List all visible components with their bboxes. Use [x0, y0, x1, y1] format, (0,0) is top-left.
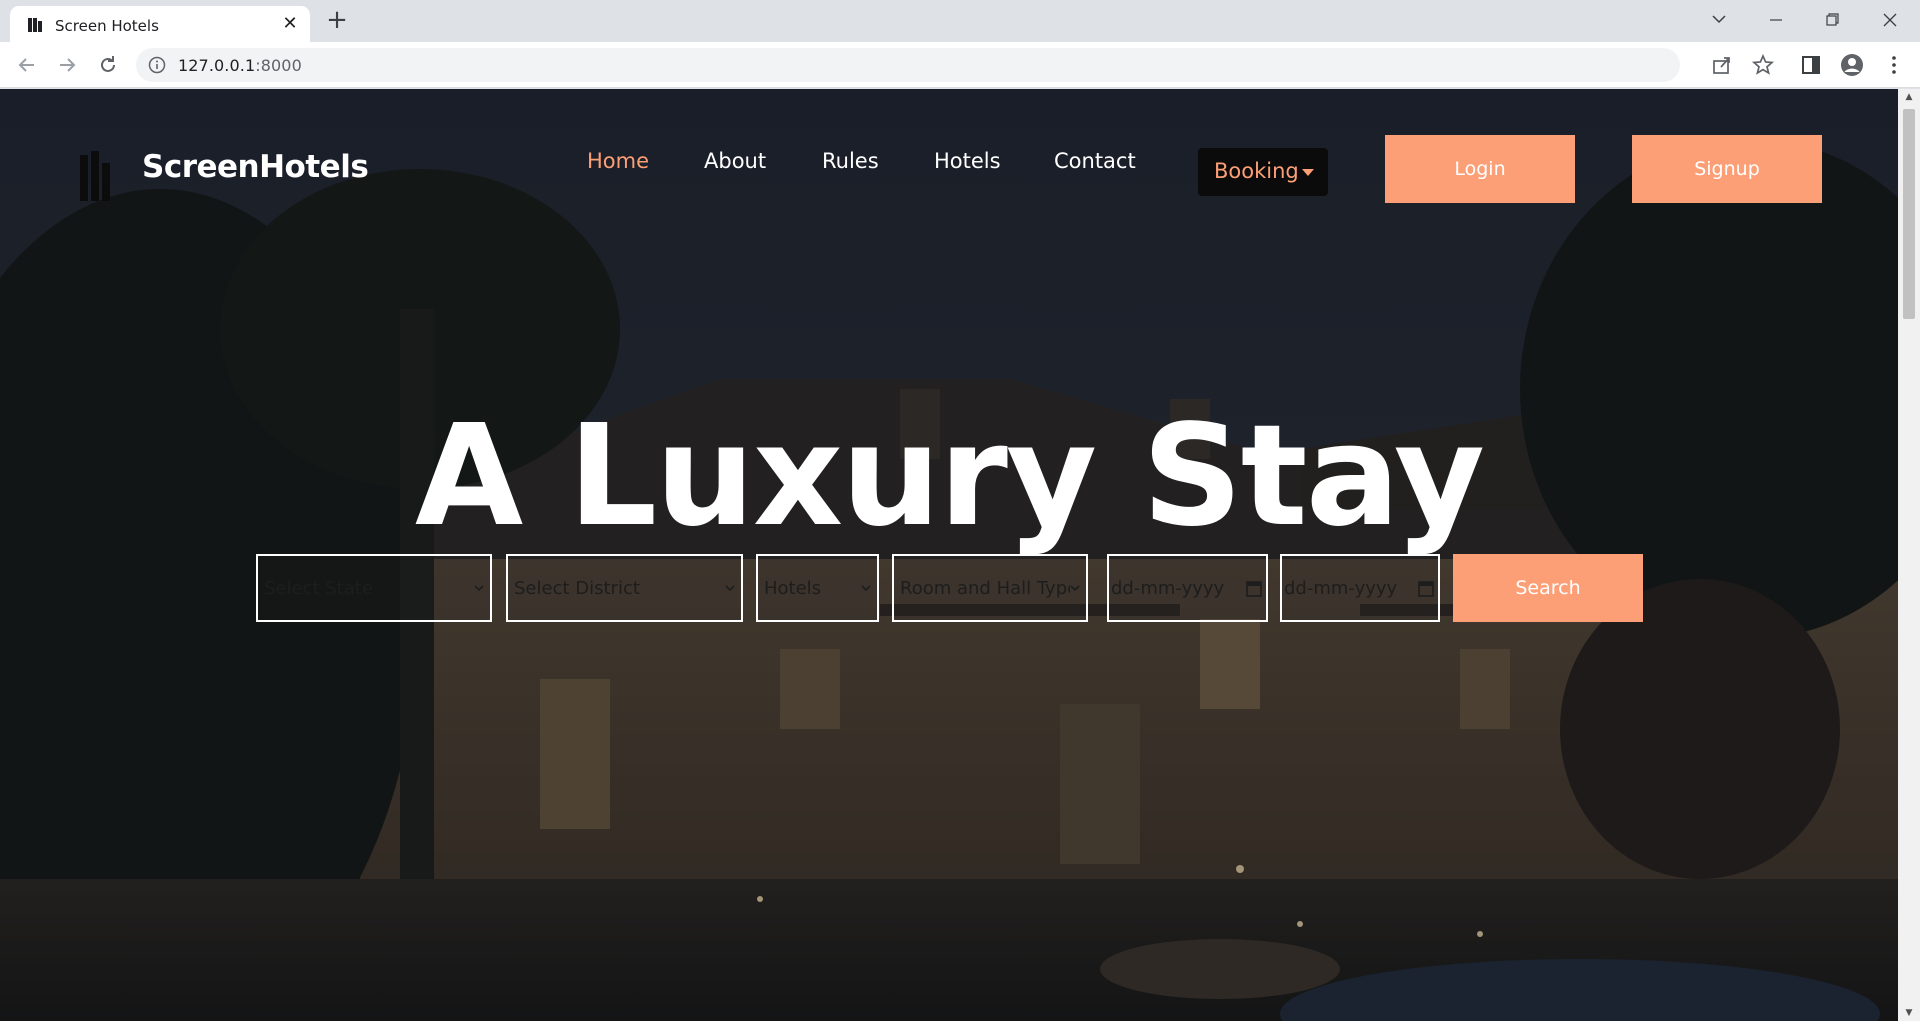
bookmark-star-icon[interactable] — [1751, 53, 1775, 77]
kebab-menu-icon[interactable] — [1882, 53, 1906, 77]
login-button[interactable]: Login — [1385, 135, 1575, 203]
district-select-value: Select District — [514, 578, 640, 599]
share-icon[interactable] — [1710, 53, 1734, 77]
tab-title: Screen Hotels — [55, 17, 159, 35]
search-button[interactable]: Search — [1453, 554, 1643, 622]
address-bar[interactable]: 127.0.0.1:8000 — [136, 48, 1680, 82]
brand-name[interactable]: ScreenHotels — [142, 149, 369, 185]
forward-icon[interactable] — [55, 53, 79, 77]
back-icon[interactable] — [15, 53, 39, 77]
booking-dropdown-button[interactable]: Booking — [1198, 148, 1328, 196]
browser-tabstrip: Screen Hotels ✕ + — [0, 0, 1920, 42]
calendar-icon[interactable] — [1418, 579, 1434, 597]
checkin-date-placeholder: dd-mm-yyyy — [1111, 578, 1225, 599]
site-info-icon[interactable] — [148, 56, 166, 74]
hero-title: A Luxury Stay — [414, 395, 1485, 558]
booking-label: Booking — [1214, 159, 1299, 183]
chevron-down-icon — [725, 585, 735, 592]
nav-about[interactable]: About — [704, 149, 766, 173]
page-scrollbar[interactable]: ▲ ▼ — [1898, 89, 1920, 1021]
chevron-down-icon — [474, 585, 484, 592]
nav-home[interactable]: Home — [587, 149, 649, 173]
checkout-date-input[interactable]: dd-mm-yyyy — [1280, 554, 1440, 622]
scroll-up-icon[interactable]: ▲ — [1904, 92, 1914, 102]
reload-icon[interactable] — [96, 53, 120, 77]
tab-close-icon[interactable]: ✕ — [280, 14, 300, 34]
url-port: :8000 — [255, 56, 302, 75]
profile-avatar-icon[interactable] — [1840, 53, 1864, 77]
nav-contact[interactable]: Contact — [1054, 149, 1136, 173]
minimize-icon[interactable] — [1754, 6, 1798, 34]
new-tab-button[interactable]: + — [326, 7, 348, 33]
logo-icon — [80, 151, 110, 201]
room-type-select[interactable]: Room and Hall Type — [892, 554, 1088, 622]
district-select[interactable]: Select District — [506, 554, 743, 622]
state-select-value: Select State — [264, 578, 373, 599]
url-host: 127.0.0.1 — [178, 56, 256, 75]
caret-down-icon — [1302, 169, 1314, 176]
hotels-select[interactable]: Hotels — [756, 554, 879, 622]
hotels-select-value: Hotels — [764, 578, 822, 599]
nav-hotels[interactable]: Hotels — [934, 149, 1001, 173]
calendar-icon[interactable] — [1246, 579, 1262, 597]
close-window-icon[interactable] — [1868, 6, 1912, 34]
signup-button[interactable]: Signup — [1632, 135, 1822, 203]
nav-rules[interactable]: Rules — [822, 149, 879, 173]
favicon-icon — [28, 18, 42, 32]
chevron-down-icon — [861, 585, 871, 592]
tab-search-icon[interactable] — [1697, 6, 1741, 34]
url-text: 127.0.0.1:8000 — [178, 56, 302, 75]
scrollbar-thumb[interactable] — [1903, 109, 1915, 319]
restore-icon[interactable] — [1810, 6, 1854, 34]
scroll-down-icon[interactable]: ▼ — [1904, 1008, 1914, 1018]
browser-toolbar: 127.0.0.1:8000 — [0, 42, 1920, 88]
checkout-date-placeholder: dd-mm-yyyy — [1284, 578, 1398, 599]
side-panel-icon[interactable] — [1799, 53, 1823, 77]
state-select[interactable]: Select State — [256, 554, 492, 622]
chevron-down-icon — [1070, 585, 1080, 592]
page-viewport: ScreenHotels Home About Rules Hotels Con… — [0, 89, 1898, 1021]
checkin-date-input[interactable]: dd-mm-yyyy — [1107, 554, 1268, 622]
room-type-select-value: Room and Hall Type — [900, 578, 1070, 599]
browser-tab[interactable]: Screen Hotels ✕ — [10, 6, 310, 42]
